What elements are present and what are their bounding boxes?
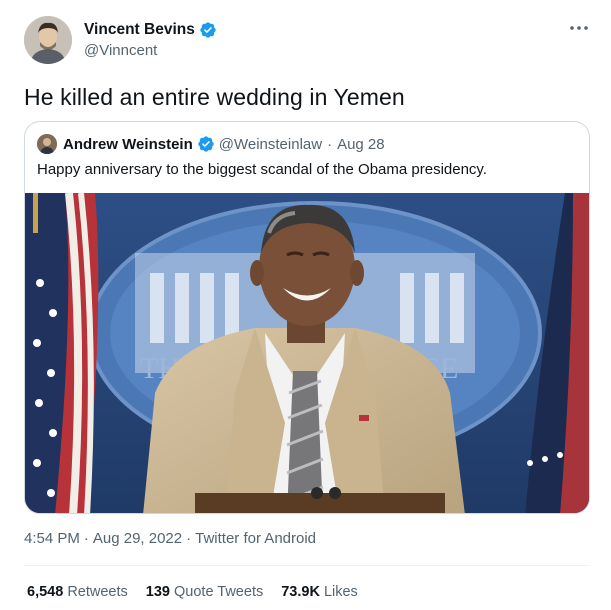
tweet-source[interactable]: Twitter for Android — [195, 530, 316, 547]
meta-separator: · — [83, 530, 89, 547]
quote-tweets-count: 139 — [145, 584, 170, 600]
tweet-date[interactable]: Aug 29, 2022 — [93, 530, 182, 547]
tweet-text: He killed an entire wedding in Yemen — [24, 84, 405, 110]
likes-stat[interactable]: 73.9K Likes — [281, 584, 358, 600]
quoted-author-handle: @Weinsteinlaw — [218, 135, 323, 153]
author-name[interactable]: Vincent Bevins — [84, 21, 195, 39]
tweet-card: Vincent Bevins @Vinncent He killed an en… — [0, 0, 611, 610]
quoted-tweet[interactable]: Andrew Weinstein @Weinsteinlaw · Aug 28 … — [24, 121, 590, 514]
author-handle[interactable]: @Vinncent — [84, 42, 157, 59]
quoted-tweet-header: Andrew Weinstein @Weinsteinlaw · Aug 28 — [37, 134, 385, 154]
verified-badge-icon — [200, 22, 216, 38]
retweets-label: Retweets — [67, 584, 128, 600]
quoted-verified-badge-icon — [198, 136, 214, 152]
divider — [24, 565, 590, 566]
author-name-row: Vincent Bevins — [84, 21, 217, 39]
engagement-stats: 6,548 Retweets 139 Quote Tweets 73.9K Li… — [27, 584, 376, 600]
quoted-separator: · — [327, 135, 333, 153]
quote-tweets-stat[interactable]: 139 Quote Tweets — [146, 584, 263, 600]
likes-label: Likes — [323, 584, 358, 600]
quoted-avatar-image — [37, 134, 57, 154]
quoted-tweet-text: Happy anniversary to the biggest scandal… — [37, 161, 487, 178]
press-briefing-photo: TH OUSE — [25, 192, 589, 513]
quote-tweets-label: Quote Tweets — [174, 584, 264, 600]
quoted-author-avatar — [37, 134, 57, 154]
meta-separator: · — [186, 530, 192, 547]
tweet-time[interactable]: 4:54 PM — [24, 530, 80, 547]
retweets-count: 6,548 — [27, 584, 64, 600]
likes-count: 73.9K — [281, 584, 320, 600]
more-options-button[interactable] — [566, 18, 592, 38]
quoted-author-name: Andrew Weinstein — [63, 135, 193, 153]
author-avatar[interactable] — [24, 16, 72, 64]
avatar-image — [24, 16, 72, 64]
retweets-stat[interactable]: 6,548 Retweets — [27, 584, 128, 600]
quoted-date: Aug 28 — [337, 135, 385, 153]
quoted-media-image[interactable]: TH OUSE — [25, 192, 589, 513]
more-dots-icon — [570, 26, 588, 30]
tweet-meta: 4:54 PM · Aug 29, 2022 · Twitter for And… — [24, 530, 316, 547]
